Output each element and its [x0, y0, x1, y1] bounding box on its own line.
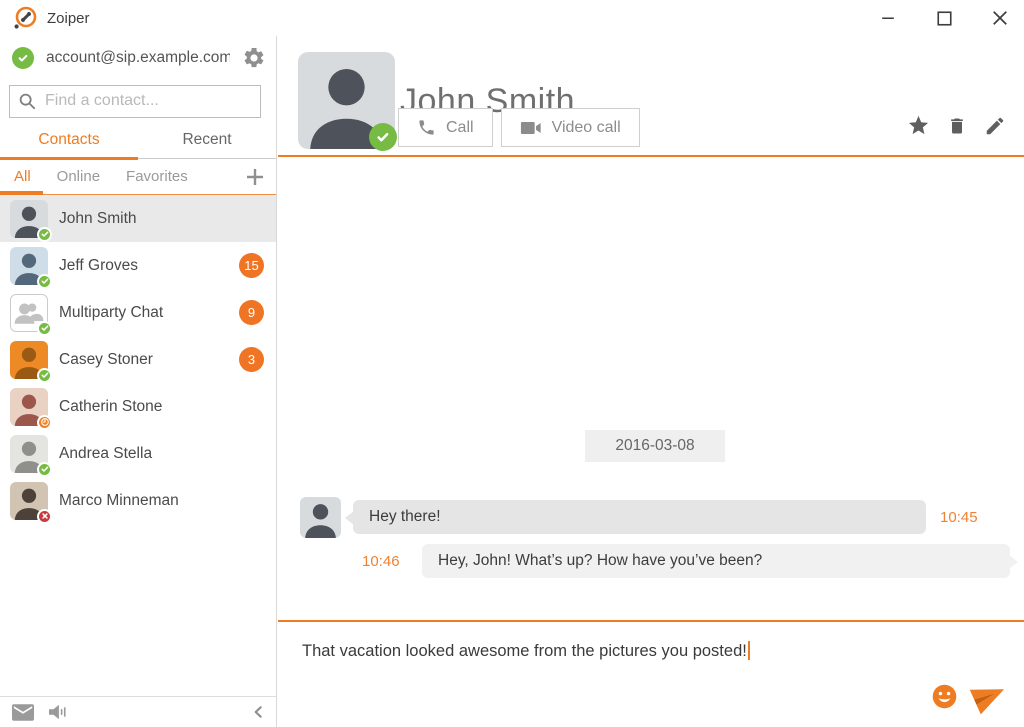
filter-online[interactable]: Online [57, 159, 100, 194]
phone-icon [417, 118, 436, 137]
call-button[interactable]: Call [398, 108, 493, 147]
contact-filters: All Online Favorites [0, 159, 276, 195]
settings-gear-icon[interactable] [242, 46, 266, 70]
status-badge-busy [37, 509, 52, 524]
contact-avatar [10, 388, 48, 426]
message-bubble: Hey, John! What’s up? How have you’ve be… [422, 544, 1010, 578]
send-plane-icon[interactable] [971, 678, 1007, 714]
message-time: 10:45 [926, 509, 1010, 526]
add-contact-button[interactable] [244, 166, 266, 188]
sidebar-footer [0, 696, 276, 727]
account-status-icon [12, 47, 34, 69]
contact-list-item[interactable]: Casey Stoner 3 [0, 336, 276, 383]
header-actions [907, 114, 1006, 137]
contact-name: Jeff Groves [59, 257, 228, 275]
date-divider: 2016-03-08 [585, 430, 724, 462]
zoiper-window: Zoiper account@sip.example.com [0, 0, 1024, 727]
contact-avatar [10, 294, 48, 332]
peer-avatar-photo [298, 52, 395, 149]
message-avatar [300, 497, 341, 538]
sidebar: account@sip.example.com Contacts Recent … [0, 36, 277, 727]
maximize-button[interactable] [936, 10, 952, 26]
messages-icon[interactable] [12, 704, 34, 721]
close-button[interactable] [992, 10, 1008, 26]
search-icon [18, 92, 36, 110]
status-badge-away [37, 415, 52, 430]
draft-text: That vacation looked awesome from the pi… [302, 642, 747, 660]
chat-pane: John Smith Call Video call [278, 36, 1024, 727]
contact-avatar [10, 247, 48, 285]
tab-recent[interactable]: Recent [138, 122, 276, 158]
contact-list-item[interactable]: Jeff Groves 15 [0, 242, 276, 289]
contact-list: John Smith Jeff Groves 15 Multiparty Chat 9 C… [0, 195, 276, 524]
favorite-star-icon[interactable] [907, 114, 930, 137]
message-text: Hey there! [369, 508, 441, 525]
message-time: 10:46 [362, 553, 408, 570]
contact-list-item[interactable]: Catherin Stone [0, 383, 276, 430]
emoji-smiley-icon[interactable] [931, 683, 958, 710]
unread-count-badge: 3 [239, 347, 264, 372]
status-badge-online [37, 368, 52, 383]
delete-trash-icon[interactable] [947, 115, 967, 137]
app-title: Zoiper [47, 10, 90, 27]
message-input[interactable]: That vacation looked awesome from the pi… [302, 641, 1000, 661]
filter-favorites[interactable]: Favorites [126, 159, 188, 194]
status-badge-online [37, 274, 52, 289]
contact-avatar [10, 341, 48, 379]
text-cursor [748, 641, 750, 660]
titlebar: Zoiper [0, 0, 1024, 36]
unread-count-badge: 9 [239, 300, 264, 325]
account-row[interactable]: account@sip.example.com [0, 36, 276, 80]
contact-name: Catherin Stone [59, 398, 264, 416]
status-badge-online [369, 123, 397, 151]
sidebar-tabs: Contacts Recent [0, 122, 276, 159]
contact-name: Casey Stoner [59, 351, 228, 369]
message-outgoing: 10:46 Hey, John! What’s up? How have you’… [300, 544, 1010, 578]
contact-name: Multiparty Chat [59, 304, 228, 322]
call-buttons: Call Video call [398, 108, 640, 147]
search-box[interactable] [9, 85, 261, 118]
message-text: Hey, John! What’s up? How have you’ve be… [438, 552, 762, 569]
video-camera-icon [520, 120, 542, 136]
message-history: 2016-03-08 Hey there! 10:45 10:46 Hey, John… [278, 157, 1024, 620]
contact-name: John Smith [59, 210, 264, 228]
search-input[interactable] [45, 92, 252, 110]
peer-avatar [288, 44, 385, 141]
video-call-button-label: Video call [552, 119, 621, 137]
chat-header: John Smith Call Video call [278, 36, 1024, 157]
search-row [0, 80, 276, 122]
contact-avatar [10, 482, 48, 520]
message-incoming: Hey there! 10:45 [300, 496, 1010, 538]
contact-list-item[interactable]: Multiparty Chat 9 [0, 289, 276, 336]
contact-name: Marco Minneman [59, 492, 264, 510]
status-badge-online [37, 227, 52, 242]
contact-list-item[interactable]: John Smith [0, 195, 276, 242]
composer-icons [931, 678, 1007, 714]
zoiper-logo-icon [12, 5, 38, 31]
tab-contacts[interactable]: Contacts [0, 122, 138, 158]
volume-icon[interactable] [48, 703, 68, 721]
contact-avatar [10, 435, 48, 473]
status-badge-online [37, 321, 52, 336]
unread-count-badge: 15 [239, 253, 264, 278]
contact-name: Andrea Stella [59, 445, 264, 463]
window-controls [880, 0, 1008, 36]
status-badge-online [37, 462, 52, 477]
contact-list-item[interactable]: Marco Minneman [0, 477, 276, 524]
minimize-button[interactable] [880, 10, 896, 26]
composer: That vacation looked awesome from the pi… [278, 620, 1024, 727]
contact-avatar [10, 200, 48, 238]
video-call-button[interactable]: Video call [501, 108, 640, 147]
edit-pencil-icon[interactable] [984, 115, 1006, 137]
collapse-sidebar-icon[interactable] [251, 703, 266, 721]
account-email: account@sip.example.com [46, 49, 230, 67]
message-bubble: Hey there! [353, 500, 926, 534]
contact-list-item[interactable]: Andrea Stella [0, 430, 276, 477]
call-button-label: Call [446, 119, 474, 137]
filter-all[interactable]: All [14, 159, 31, 194]
